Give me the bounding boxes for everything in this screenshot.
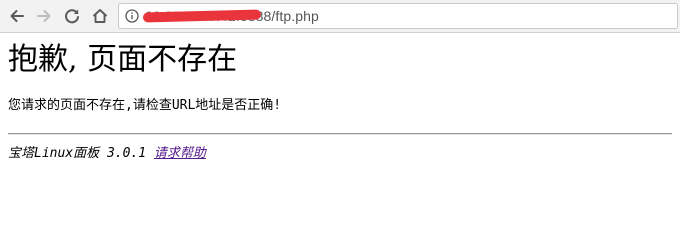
info-icon[interactable] [125, 9, 139, 23]
home-button[interactable] [88, 4, 112, 28]
forward-arrow-icon [37, 10, 51, 22]
back-arrow-icon [10, 10, 24, 22]
divider [8, 133, 672, 135]
page-title: 抱歉, 页面不存在 [8, 42, 238, 77]
url-text[interactable]: 00.205.200.42:8888/ftp.php [142, 8, 319, 24]
error-message: 您请求的页面不存在,请检查URL地址是否正确! [8, 98, 282, 113]
redacted-host: 00.205.200.42: [142, 8, 261, 24]
forward-button[interactable] [32, 4, 56, 28]
back-button[interactable] [5, 4, 29, 28]
help-link[interactable]: 请求帮助 [154, 146, 206, 161]
reload-icon [65, 9, 79, 24]
address-bar[interactable]: 00.205.200.42:8888/ftp.php [118, 3, 678, 29]
home-icon [92, 9, 108, 23]
reload-button[interactable] [60, 4, 84, 28]
browser-toolbar: 00.205.200.42:8888/ftp.php [0, 0, 680, 33]
footer-text: 宝塔Linux面板 3.0.1 [8, 146, 154, 161]
footer: 宝塔Linux面板 3.0.1 请求帮助 [8, 144, 206, 164]
